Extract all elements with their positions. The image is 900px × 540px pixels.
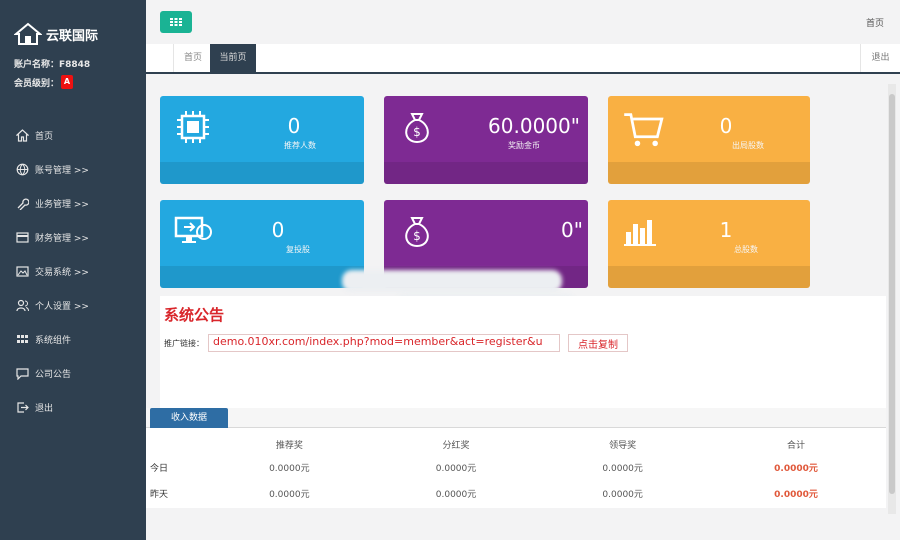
notice-title: 系统公告 [164,306,225,324]
member-level: 会员级别： A [14,75,74,89]
account-name: 账户名称：F8848 [14,60,91,70]
comment-icon [16,367,29,380]
menu-toggle-button[interactable] [160,11,192,33]
users-icon [16,299,29,312]
table-cell: 0.0000元 [269,489,310,500]
card-value: 60.0000" [488,114,580,138]
card-referrals[interactable]: 0 推荐人数 [160,96,364,184]
row-label: 昨天 [150,489,169,500]
sidebar-item-announcements[interactable]: 公司公告 [0,356,146,390]
table-cell-total: 0.0000元 [774,463,818,474]
card-label: 奖励金币 [508,141,540,150]
table-cell: 0.0000元 [435,463,477,474]
sidebar: 云联国际 账户名称：F8848 会员级别： A 首页 账号管理 >> 业务管理 … [0,0,146,540]
copy-link-button[interactable]: 点击复制 [568,334,628,352]
sidebar-item-label: 个人设置 >> [35,301,89,312]
column-header: 合计 [787,440,806,451]
card-label: 复投股 [286,245,310,254]
table-cell: 0.0000元 [269,463,310,474]
card-value: 1 [719,218,733,242]
row-label: 今日 [150,463,169,474]
sidebar-item-finance[interactable]: 财务管理 >> [0,220,146,254]
table-cell-total: 0.0000元 [774,489,818,500]
tab-strip: 首页 当前页 退出 [146,44,900,74]
sidebar-item-label: 交易系统 >> [35,267,89,278]
main-content: 0 推荐人数 $ 60.0000" 奖励金币 0 出局股数 0 复投股 $ 0"… [146,74,900,540]
sidebar-item-business[interactable]: 业务管理 >> [0,186,146,220]
income-table: 推荐奖 分红奖 领导奖 合计 今日 0.0000元 0.0000元 0.0000… [146,434,886,506]
card-icon [16,231,29,244]
sidebar-item-home[interactable]: 首页 [0,118,146,152]
top-bar: 首页 [146,0,900,44]
wrench-icon [16,197,29,210]
globe-icon [16,163,29,176]
member-level-label: 会员级别： [14,78,60,89]
card-value: 0 [287,114,301,138]
svg-text:$: $ [413,229,421,243]
home-icon [16,128,29,142]
member-level-badge: A [61,75,74,89]
table-cell: 0.0000元 [435,489,477,500]
card-label: 推荐人数 [284,141,316,150]
tab-exit-button[interactable]: 退出 [860,44,900,72]
brand: 云联国际 [14,22,98,46]
money-bag-icon: $ [405,113,429,144]
promo-link-field[interactable]: demo.010xr.com/index.php?mod=member&act=… [208,334,560,352]
bar-chart-icon [624,220,656,246]
grid-icon [16,333,29,346]
table-row: 昨天 0.0000元 0.0000元 0.0000元 0.0000元 [146,480,886,506]
redaction-smudge [342,270,562,292]
money-bag-icon: $ [405,217,429,248]
sidebar-item-label: 退出 [35,403,54,414]
table-header-row: 推荐奖 分红奖 领导奖 合计 [146,434,886,454]
card-value: 0" [561,218,583,242]
cart-icon [624,113,664,147]
column-header: 领导奖 [609,440,637,451]
sidebar-item-components[interactable]: 系统组件 [0,322,146,356]
top-home-link[interactable]: 首页 [866,16,884,29]
tab-current[interactable]: 当前页 [210,44,256,72]
table-cell: 0.0000元 [602,463,643,474]
table-row: 今日 0.0000元 0.0000元 0.0000元 0.0000元 [146,454,886,480]
sidebar-nav: 首页 账号管理 >> 业务管理 >> 财务管理 >> 交易系统 >> 个人设置 … [0,118,146,424]
sidebar-item-label: 公司公告 [35,369,72,380]
sidebar-item-logout[interactable]: 退出 [0,390,146,424]
income-tab-bar: 收入数据 [146,408,886,428]
sign-out-icon [16,401,29,414]
tab-income-data[interactable]: 收入数据 [150,408,228,428]
sidebar-item-trade[interactable]: 交易系统 >> [0,254,146,288]
sidebar-item-label: 系统组件 [35,335,72,346]
sidebar-item-label: 账号管理 >> [35,165,89,176]
card-exit-shares[interactable]: 0 出局股数 [608,96,810,184]
vertical-scrollbar[interactable] [888,84,896,514]
sidebar-item-account[interactable]: 账号管理 >> [0,152,146,186]
sidebar-item-label: 首页 [35,131,54,142]
promo-link-label: 推广链接： [164,339,204,348]
house-logo-icon [14,22,42,45]
card-reinvest[interactable]: 0 复投股 [160,200,364,288]
sidebar-item-settings[interactable]: 个人设置 >> [0,288,146,322]
card-value: 0 [719,114,733,138]
card-label: 总股数 [734,245,758,254]
scrollbar-thumb[interactable] [889,94,895,494]
tab-scroll-left[interactable] [146,44,174,72]
card-reward-coins[interactable]: $ 60.0000" 奖励金币 [384,96,588,184]
card-value: 0 [271,218,285,242]
tab-home[interactable]: 首页 [174,44,212,72]
svg-text:$: $ [413,125,421,139]
chip-icon [177,111,209,143]
monitor-icon [174,216,212,243]
sidebar-item-label: 业务管理 >> [35,199,89,210]
column-header: 分红奖 [442,440,470,451]
table-cell: 0.0000元 [602,489,643,500]
sidebar-item-label: 财务管理 >> [35,233,89,244]
brand-name: 云联国际 [46,28,99,44]
grid-icon [170,18,182,26]
column-header: 推荐奖 [275,440,303,451]
card-total-shares[interactable]: 1 总股数 [608,200,810,288]
image-icon [16,265,29,278]
income-panel: 收入数据 推荐奖 分红奖 领导奖 合计 今日 0.0000元 0.0000元 0… [146,408,886,508]
card-label: 出局股数 [732,141,764,150]
